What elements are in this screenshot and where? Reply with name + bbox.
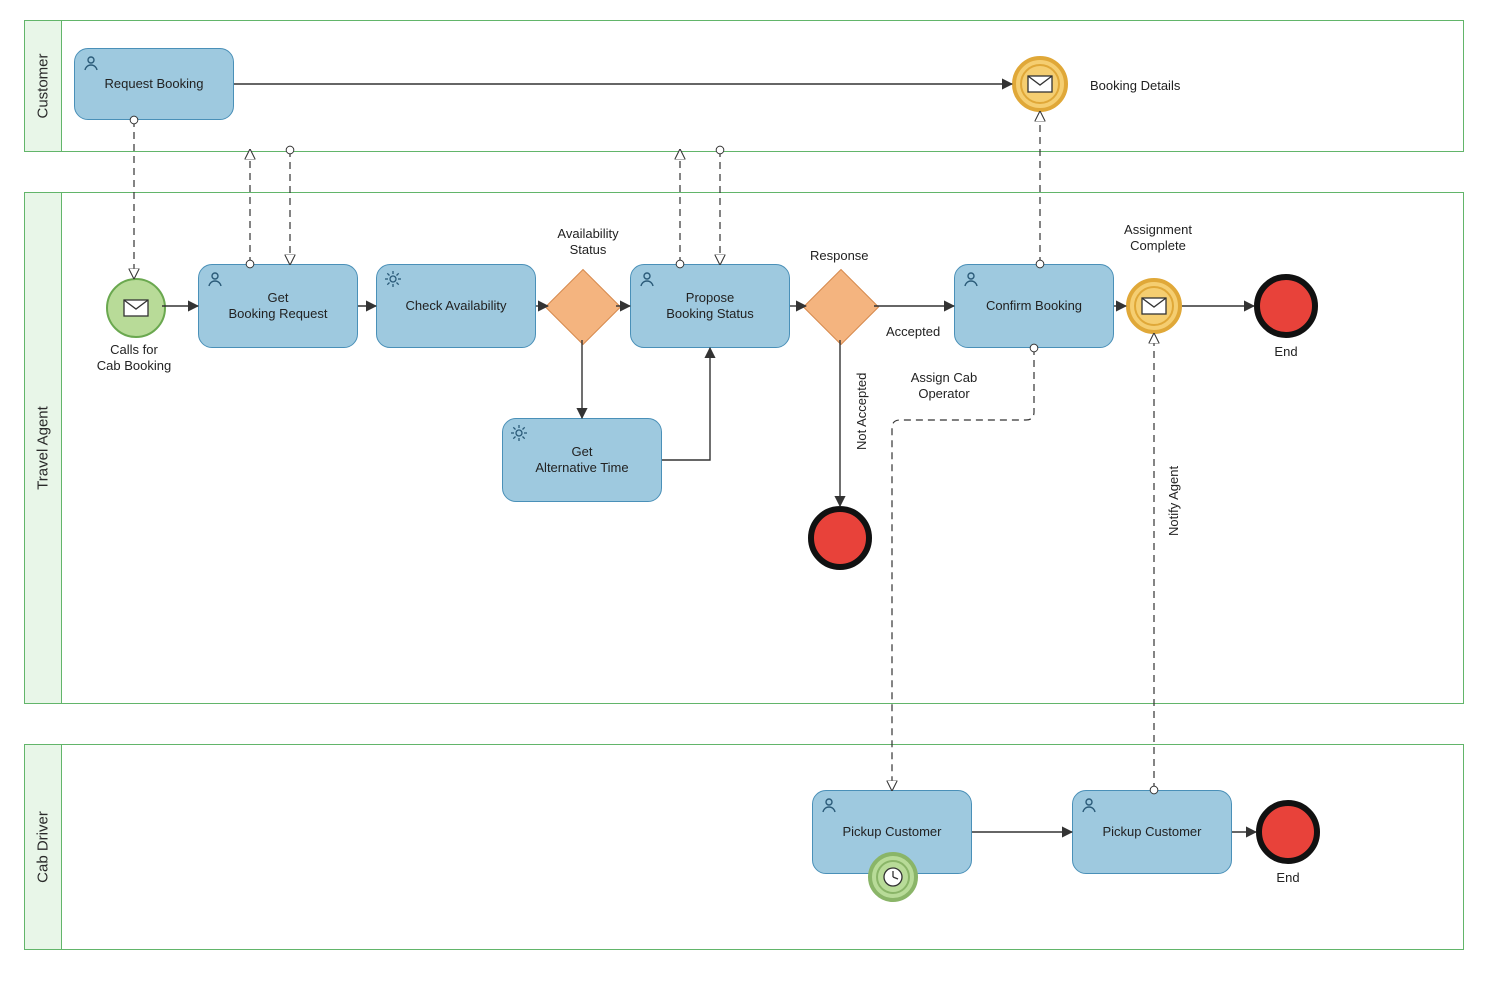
task-label: Pickup Customer xyxy=(1103,824,1202,840)
event-assignment-complete[interactable] xyxy=(1126,278,1182,334)
task-label: Check Availability xyxy=(406,298,507,314)
event-timer[interactable] xyxy=(868,852,918,902)
event-booking-details[interactable] xyxy=(1012,56,1068,112)
envelope-icon xyxy=(1141,297,1167,315)
task-check-availability[interactable]: Check Availability xyxy=(376,264,536,348)
event-calls-for-cab[interactable] xyxy=(106,278,166,338)
label-assign-cab-operator: Assign Cab Operator xyxy=(894,370,994,403)
task-get-alternative-time[interactable]: Get Alternative Time xyxy=(502,418,662,502)
task-propose-booking-status[interactable]: Propose Booking Status xyxy=(630,264,790,348)
clock-icon xyxy=(881,865,905,889)
user-icon xyxy=(83,55,99,75)
lane-label: Travel Agent xyxy=(35,406,52,490)
label-response: Response xyxy=(810,248,890,264)
label-availability-status: Availability Status xyxy=(538,226,638,259)
envelope-icon xyxy=(123,299,149,317)
task-confirm-booking[interactable]: Confirm Booking xyxy=(954,264,1114,348)
event-end-agent[interactable] xyxy=(1254,274,1318,338)
envelope-icon xyxy=(1027,75,1053,93)
lane-customer: Customer xyxy=(24,20,1464,152)
task-label: Confirm Booking xyxy=(986,298,1082,314)
task-label: Get Alternative Time xyxy=(535,444,628,477)
lane-cab-driver: Cab Driver xyxy=(24,744,1464,950)
gear-icon xyxy=(511,425,527,445)
label-calls-for-cab: Calls for Cab Booking xyxy=(84,342,184,375)
lane-title-driver: Cab Driver xyxy=(25,745,62,949)
event-end-driver[interactable] xyxy=(1256,800,1320,864)
lane-label: Customer xyxy=(35,53,52,118)
task-label: Propose Booking Status xyxy=(666,290,753,323)
lane-title-customer: Customer xyxy=(25,21,62,151)
gear-icon xyxy=(385,271,401,291)
task-pickup-customer-2[interactable]: Pickup Customer xyxy=(1072,790,1232,874)
event-end-not-accepted[interactable] xyxy=(808,506,872,570)
label-end-agent: End xyxy=(1266,344,1306,360)
task-label: Get Booking Request xyxy=(228,290,327,323)
user-icon xyxy=(963,271,979,291)
label-not-accepted: Not Accepted xyxy=(854,373,869,450)
label-notify-agent: Notify Agent xyxy=(1166,466,1181,536)
user-icon xyxy=(207,271,223,291)
task-get-booking-request[interactable]: Get Booking Request xyxy=(198,264,358,348)
task-label: Request Booking xyxy=(104,76,203,92)
task-label: Pickup Customer xyxy=(843,824,942,840)
user-icon xyxy=(639,271,655,291)
user-icon xyxy=(821,797,837,817)
label-booking-details: Booking Details xyxy=(1090,78,1220,94)
lane-label: Cab Driver xyxy=(35,811,52,883)
label-end-driver: End xyxy=(1268,870,1308,886)
user-icon xyxy=(1081,797,1097,817)
lane-title-agent: Travel Agent xyxy=(25,193,62,703)
label-assignment-complete: Assignment Complete xyxy=(1108,222,1208,255)
task-request-booking[interactable]: Request Booking xyxy=(74,48,234,120)
